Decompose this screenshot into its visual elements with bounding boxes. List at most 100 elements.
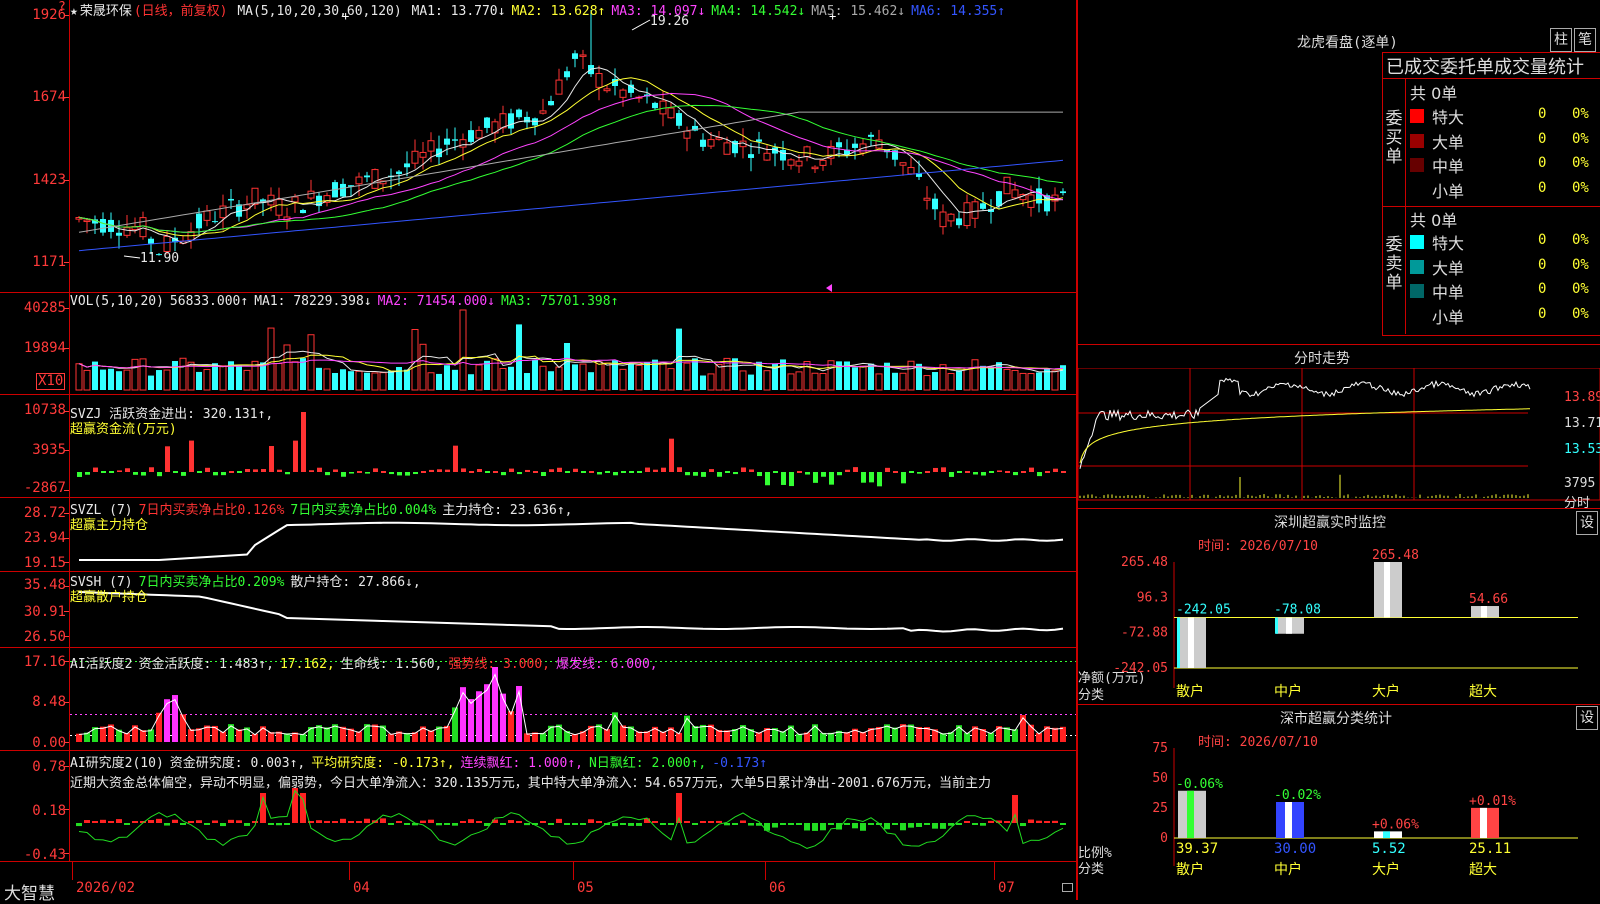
volume-bar [564, 343, 570, 390]
monitor-bar-edge [1275, 617, 1278, 634]
ai-research-tick: 0.78 [32, 759, 66, 775]
volume-bar [396, 367, 402, 390]
fenshi-header-line [1078, 344, 1600, 345]
ai-active-bar [1060, 726, 1066, 742]
ai-research-bar [700, 821, 706, 823]
svzj-bar [821, 472, 826, 477]
volume-bar [707, 373, 715, 391]
ma-lines [78, 67, 1064, 252]
svzj-bar [429, 469, 434, 472]
candle-body [836, 142, 842, 148]
volume-bar [868, 363, 874, 390]
ai-research-bar [196, 820, 202, 823]
candle-body [956, 218, 962, 226]
volume-bar [508, 366, 514, 390]
classify-pct-label: -0.02% [1274, 788, 1321, 803]
candle-body [371, 169, 379, 189]
candle-body [819, 159, 827, 166]
ai-research-bar [892, 823, 898, 825]
ai-active-bar [780, 731, 786, 742]
ai-research-bar [596, 821, 602, 823]
ai-research-bar [76, 823, 82, 827]
ai-research-bar [924, 823, 930, 825]
svzj-bar [653, 469, 658, 472]
volume-bar [1051, 370, 1059, 391]
ai-research-bar [748, 823, 754, 826]
fenshi-title: 分时走势 [1294, 351, 1350, 367]
lock-icon[interactable] [1062, 883, 1073, 892]
vol-tick: 19894 [23, 340, 66, 356]
candle-body [971, 201, 979, 219]
order-row: 特大 0 0% [1406, 104, 1600, 128]
order-color-swatch [1410, 182, 1424, 197]
ai-research-bar [628, 823, 634, 826]
svzj-bar [613, 472, 618, 476]
ai-research-bar [860, 823, 866, 831]
ai-active-bar [620, 725, 626, 742]
monitor-bar-chart: 265.4896.3-72.88-242.05-242.05散户-78.08中户… [1113, 548, 1578, 700]
candle-body [411, 150, 419, 164]
svzj-bar [573, 468, 578, 472]
ai-active-bar [956, 725, 962, 742]
ai-research-bar [980, 823, 986, 826]
svzj-tick: -2867 [23, 480, 66, 496]
svzj-bar [773, 471, 778, 473]
order-color-swatch [1410, 109, 1424, 123]
monitor-bar-highlight [1384, 562, 1390, 618]
intraday-chart[interactable] [1078, 368, 1600, 508]
svzj-bar [645, 467, 650, 472]
volume-bar [212, 363, 218, 390]
ai-research-bar [428, 819, 434, 823]
ai-active-line [78, 673, 1064, 736]
legend-item: 生命线: 1.560, [340, 657, 443, 672]
svzj-bar [477, 469, 482, 472]
volume-bar [156, 370, 162, 390]
monitor-y-tick: 96.3 [1137, 590, 1168, 605]
ai-research-bar [708, 821, 714, 823]
order-count: 0 [1538, 281, 1547, 297]
svzj-bar [501, 472, 506, 476]
svzj-bar [165, 446, 170, 472]
ma-item: MA2: 13.628↑ [511, 4, 606, 19]
order-row: 中单 0 0% [1406, 153, 1600, 177]
column-view-button[interactable]: 柱 [1550, 28, 1572, 52]
ai-research-bar [268, 823, 274, 825]
candle-body [452, 139, 458, 141]
volume-bar [1027, 373, 1035, 391]
svzj-bar [893, 471, 898, 473]
ai-research-bar [964, 821, 970, 823]
svzj-bar [341, 472, 346, 477]
svzj-bar [133, 472, 138, 475]
ai-active-bar [324, 727, 330, 742]
candle-body [564, 71, 570, 78]
candle-body [980, 203, 986, 209]
svzj-bar [837, 472, 842, 476]
trade-view-button[interactable]: 笔 [1574, 28, 1596, 52]
volume-bar [323, 368, 331, 391]
svzj-bar [949, 472, 954, 477]
candle-body [444, 138, 450, 145]
svzj-bar [533, 471, 538, 473]
candle-body [603, 88, 611, 92]
svzj-bar [1029, 467, 1034, 472]
svzj-bar [701, 472, 706, 477]
ai-research-bar [508, 820, 514, 823]
svzj-bar [677, 467, 682, 472]
candle-body [508, 113, 514, 129]
svzj-bar [685, 472, 690, 476]
high-price-label: 19.26 [650, 14, 690, 29]
ai-research-tick: -0.43 [23, 847, 66, 863]
legend-item: 平均研究度: -0.173↑, [311, 756, 455, 771]
svzj-bar [1021, 471, 1026, 473]
svzj-bar [733, 472, 738, 475]
stock-name[interactable]: 荣晟环保 [80, 4, 132, 19]
svzj-bar [77, 472, 82, 477]
svzj-bar [1037, 472, 1042, 477]
candle-body [459, 139, 467, 148]
right-panel: 龙虎看盘(逐单) 柱 笔 已成交委托单成交量统计 委买单 委卖单 共 0单 特大… [1078, 0, 1600, 900]
ai-active-bar [1028, 724, 1034, 742]
classify-value-label: 30.00 [1274, 841, 1316, 857]
volume-bar [532, 359, 538, 390]
volume-bar [539, 365, 547, 391]
volume-bar [595, 361, 603, 391]
